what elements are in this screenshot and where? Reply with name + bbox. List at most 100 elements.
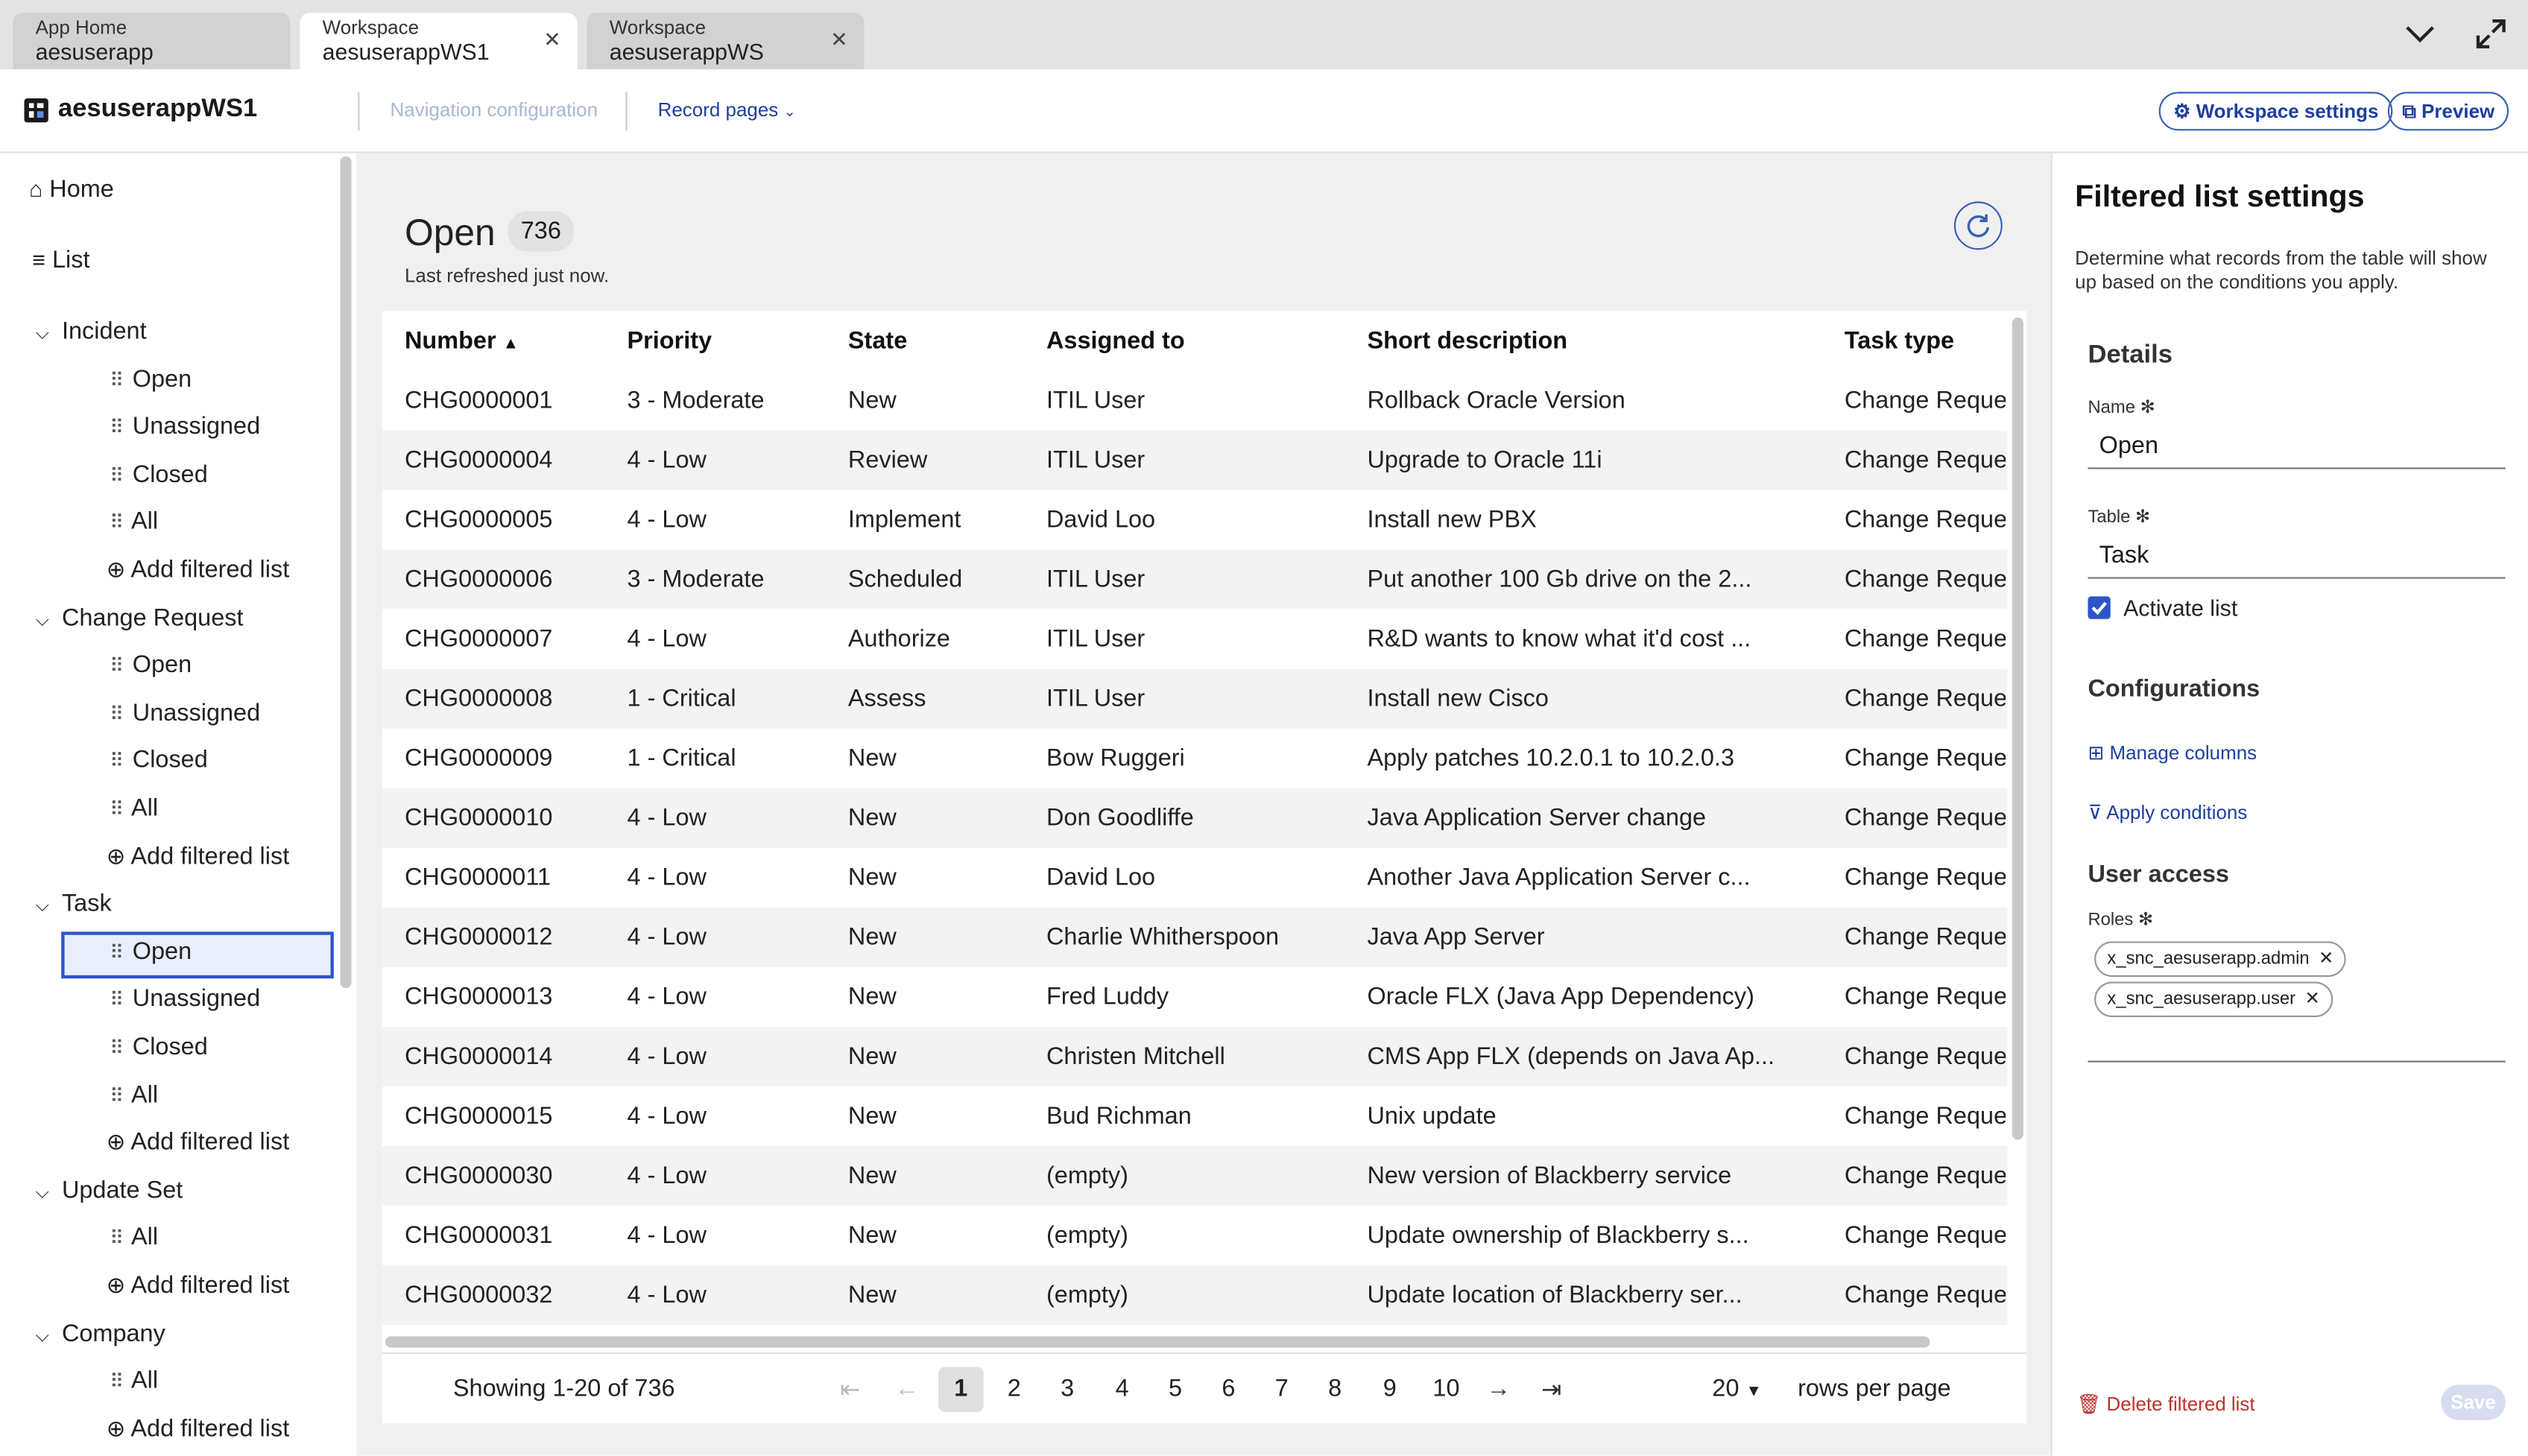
sidebar-item-task-unassigned[interactable]: ⠿ Unassigned (110, 986, 260, 1013)
sidebar-item-home[interactable]: ⌂ Home (29, 176, 114, 203)
tab-workspace-ws[interactable]: Workspace aesuserappWS ✕ (587, 13, 865, 70)
sidebar-item-incident-open[interactable]: ⠿ Open (110, 365, 192, 393)
add-filtered-list-button[interactable]: ⊕ Add filtered list (107, 556, 289, 583)
add-filtered-list-button[interactable]: ⊕ Add filtered list (107, 1129, 289, 1156)
sidebar-item-task-closed[interactable]: ⠿ Closed (110, 1034, 208, 1061)
drag-handle-icon[interactable]: ⠿ (110, 417, 126, 439)
drag-handle-icon[interactable]: ⠿ (110, 464, 126, 487)
sidebar-item-incident-closed[interactable]: ⠿ Closed (110, 460, 208, 488)
page-number-3[interactable]: 3 (1045, 1367, 1090, 1412)
cell-number[interactable]: CHG0000001 (405, 387, 614, 414)
rows-per-page-select[interactable]: 20 ▼ (1712, 1375, 1762, 1402)
page-number-10[interactable]: 10 (1423, 1367, 1469, 1412)
table-row[interactable]: CHG0000014 4 - Low New Christen Mitchell CMS… (382, 1027, 2008, 1087)
column-header-short-description[interactable]: Short description (1367, 327, 1567, 355)
cell-number[interactable]: CHG0000030 (405, 1162, 614, 1190)
drag-handle-icon[interactable]: ⠿ (110, 1084, 126, 1107)
sidebar-item-change-request-unassigned[interactable]: ⠿ Unassigned (110, 699, 260, 727)
cell-number[interactable]: CHG0000032 (405, 1282, 614, 1309)
delete-filtered-list-button[interactable]: 🗑 Delete filtered list (2076, 1393, 2254, 1415)
cell-number[interactable]: CHG0000012 (405, 924, 614, 952)
drag-handle-icon[interactable]: ⠿ (110, 941, 126, 963)
cell-number[interactable]: CHG0000007 (405, 625, 614, 653)
sidebar-item-incident-unassigned[interactable]: ⠿ Unassigned (110, 413, 260, 440)
drag-handle-icon[interactable]: ⠿ (110, 798, 126, 820)
expand-icon[interactable] (2475, 18, 2507, 50)
page-number-4[interactable]: 4 (1099, 1367, 1145, 1412)
previous-page-icon[interactable]: ← (895, 1375, 919, 1402)
name-input[interactable]: Open (2088, 421, 2506, 469)
close-icon[interactable]: ✕ (543, 28, 561, 54)
close-icon[interactable]: ✕ (830, 28, 848, 54)
roles-input-underline[interactable] (2088, 1060, 2506, 1063)
table-row[interactable]: CHG0000008 1 - Critical Assess ITIL User Ins… (382, 668, 2008, 729)
tab-workspace-ws1[interactable]: Workspace aesuserappWS1 ✕ (300, 13, 578, 70)
drag-handle-icon[interactable]: ⠿ (110, 1370, 126, 1393)
sidebar-item-change-request-closed[interactable]: ⠿ Closed (110, 747, 208, 774)
sidebar-item-change-request-open[interactable]: ⠿ Open (110, 651, 192, 679)
record-pages-menu[interactable]: Record pages ⌄ (658, 98, 796, 121)
page-number-2[interactable]: 2 (991, 1367, 1037, 1412)
column-header-assigned-to[interactable]: Assigned to (1046, 327, 1185, 355)
cell-number[interactable]: CHG0000005 (405, 506, 614, 534)
add-filtered-list-button[interactable]: ⊕ Add filtered list (107, 1415, 289, 1443)
sidebar-item-change-request-all[interactable]: ⠿ All (110, 795, 158, 823)
page-number-7[interactable]: 7 (1260, 1367, 1305, 1412)
add-filtered-list-button[interactable]: ⊕ Add filtered list (107, 1272, 289, 1300)
drag-handle-icon[interactable]: ⠿ (110, 655, 126, 677)
navigation-configuration-link[interactable]: Navigation configuration (391, 98, 598, 121)
drag-handle-icon[interactable]: ⠿ (110, 1227, 126, 1250)
manage-columns-link[interactable]: ⊞ Manage columns (2088, 741, 2257, 764)
cell-number[interactable]: CHG0000008 (405, 685, 614, 712)
sidebar-group-incident[interactable]: ⌵ Incident (36, 317, 147, 345)
page-number-8[interactable]: 8 (1312, 1367, 1358, 1412)
cell-number[interactable]: CHG0000011 (405, 864, 614, 892)
save-button[interactable]: Save (2441, 1384, 2506, 1420)
tab-app-home[interactable]: App Home aesuserapp (13, 13, 291, 70)
sidebar-item-update-set-all[interactable]: ⠿ All (110, 1224, 158, 1252)
drag-handle-icon[interactable]: ⠿ (110, 703, 126, 725)
table-row[interactable]: CHG0000005 4 - Low Implement David Loo Insta… (382, 490, 2008, 550)
column-header-number[interactable]: Number ▲ (405, 327, 519, 355)
drag-handle-icon[interactable]: ⠿ (110, 369, 126, 391)
drag-handle-icon[interactable]: ⠿ (110, 512, 126, 534)
workspace-settings-button[interactable]: ⚙ Workspace settings (2158, 92, 2393, 131)
page-number-6[interactable]: 6 (1206, 1367, 1251, 1412)
table-row[interactable]: CHG0000013 4 - Low New Fred Luddy Oracle FLX… (382, 967, 2008, 1027)
column-header-task-type[interactable]: Task type (1845, 327, 1954, 355)
table-row[interactable]: CHG0000032 4 - Low New (empty) Update locati… (382, 1265, 2008, 1326)
add-filtered-list-button[interactable]: ⊕ Add filtered list (107, 843, 289, 870)
table-vertical-scrollbar[interactable] (2012, 317, 2023, 1140)
table-row[interactable]: CHG0000012 4 - Low New Charlie Whitherspoon… (382, 907, 2008, 967)
cell-number[interactable]: CHG0000004 (405, 446, 614, 474)
table-row[interactable]: CHG0000001 3 - Moderate New ITIL User Rollba… (382, 371, 2008, 431)
table-row[interactable]: CHG0000030 4 - Low New (empty) New version o… (382, 1146, 2008, 1206)
table-horizontal-scrollbar[interactable] (385, 1336, 1930, 1348)
table-row[interactable]: CHG0000015 4 - Low New Bud Richman Unix upda… (382, 1086, 2008, 1146)
table-row[interactable]: CHG0000010 4 - Low New Don Goodliffe Java Ap… (382, 788, 2008, 848)
table-row[interactable]: CHG0000031 4 - Low New (empty) Update owners… (382, 1206, 2008, 1265)
drag-handle-icon[interactable]: ⠿ (110, 1036, 126, 1059)
column-header-priority[interactable]: Priority (628, 327, 712, 355)
table-row[interactable]: CHG0000006 3 - Moderate Scheduled ITIL User… (382, 549, 2008, 610)
activate-list-checkbox[interactable] (2088, 596, 2111, 619)
sidebar-group-company[interactable]: ⌵ Company (36, 1320, 165, 1347)
cell-number[interactable]: CHG0000014 (405, 1043, 614, 1071)
column-header-state[interactable]: State (848, 327, 907, 355)
table-input[interactable]: Task (2088, 531, 2506, 579)
cell-number[interactable]: CHG0000006 (405, 566, 614, 593)
apply-conditions-link[interactable]: ⊽ Apply conditions (2088, 801, 2247, 823)
sidebar-item-task-all[interactable]: ⠿ All (110, 1081, 158, 1109)
cell-number[interactable]: CHG0000009 (405, 744, 614, 772)
sidebar-group-update-set[interactable]: ⌵ Update Set (36, 1177, 183, 1204)
sidebar-item-list[interactable]: ≡ List (32, 247, 89, 274)
cell-number[interactable]: CHG0000013 (405, 984, 614, 1011)
first-page-icon[interactable]: ⇤ (840, 1375, 860, 1404)
sidebar-item-company-all[interactable]: ⠿ All (110, 1367, 158, 1395)
sidebar-group-task[interactable]: ⌵ Task (36, 890, 112, 918)
remove-role-icon[interactable]: ✕ (2305, 984, 2320, 1016)
page-number-9[interactable]: 9 (1367, 1367, 1412, 1412)
sidebar-group-change-request[interactable]: ⌵ Change Request (36, 604, 244, 631)
cell-number[interactable]: CHG0000010 (405, 804, 614, 832)
sidebar-item-incident-all[interactable]: ⠿ All (110, 508, 158, 536)
